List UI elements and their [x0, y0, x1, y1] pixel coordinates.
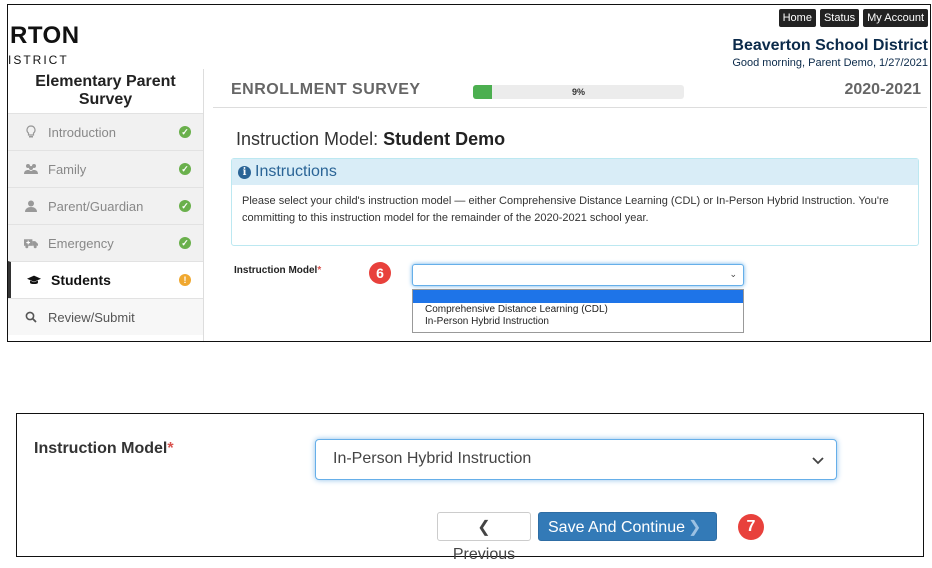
progress-bar: 9%	[473, 85, 684, 99]
previous-button[interactable]: ❮ Previous	[437, 512, 531, 563]
instruction-model-label: Instruction Model*	[234, 265, 321, 276]
dropdown-option[interactable]: In-Person Hybrid Instruction	[413, 316, 743, 327]
instructions-title: Instructions	[255, 163, 337, 180]
top-nav: Home Status My Account	[778, 9, 928, 27]
label-text: Instruction Model	[34, 440, 168, 457]
instructions-panel: i Instructions Please select your child'…	[231, 158, 919, 246]
sidebar-item-label: Introduction	[48, 124, 116, 140]
check-circle-icon: ✓	[179, 200, 191, 212]
heading-prefix: Instruction Model:	[236, 129, 384, 149]
sidebar-item-review-submit[interactable]: Review/Submit	[8, 298, 203, 335]
home-button[interactable]: Home	[778, 9, 816, 27]
save-label: Save And Continue	[548, 519, 685, 536]
instruction-model-label: Instruction Model*	[34, 440, 174, 458]
greeting-text: Good morning, Parent Demo, 1/27/2021	[732, 57, 928, 69]
enrollment-survey-screenshot: RTON ISTRICT Home Status My Account Beav…	[7, 4, 931, 342]
sidebar-item-family[interactable]: Family ✓	[8, 150, 203, 187]
info-icon: i	[238, 165, 251, 179]
section-heading: Instruction Model: Student Demo	[236, 129, 505, 150]
sidebar-item-label: Parent/Guardian	[48, 198, 144, 214]
step-badge: 7	[738, 514, 764, 540]
ambulance-icon	[24, 236, 38, 250]
required-mark: *	[317, 265, 322, 276]
instruction-model-select[interactable]: ⌄	[412, 264, 744, 286]
lightbulb-icon	[24, 125, 38, 139]
page-title: ENROLLMENT SURVEY	[231, 81, 421, 98]
sidebar-item-label: Students	[51, 272, 111, 288]
dropdown-option-blank[interactable]	[413, 290, 743, 303]
step-badge: 6	[369, 262, 391, 284]
previous-label: Previous	[452, 546, 516, 563]
user-icon	[24, 199, 38, 213]
progress-label: 9%	[571, 87, 585, 97]
status-button[interactable]: Status	[819, 9, 860, 27]
instruction-model-select[interactable]: In-Person Hybrid Instruction	[315, 439, 837, 480]
sidebar-item-emergency[interactable]: Emergency ✓	[8, 224, 203, 261]
sidebar-title: Elementary Parent Survey	[35, 73, 176, 108]
my-account-button[interactable]: My Account	[863, 9, 928, 27]
graduation-cap-icon	[27, 273, 41, 287]
district-logo-sub: ISTRICT	[8, 53, 69, 67]
chevron-down-icon: ⌄	[729, 269, 737, 279]
sidebar-item-label: Review/Submit	[48, 309, 135, 325]
sidebar-item-parent-guardian[interactable]: Parent/Guardian ✓	[8, 187, 203, 224]
search-icon	[24, 310, 38, 324]
selected-value: In-Person Hybrid Instruction	[333, 450, 532, 467]
chevron-left-icon: ❮	[477, 519, 491, 536]
chevron-right-icon: ❯	[688, 519, 702, 536]
dropdown-option[interactable]: Comprehensive Distance Learning (CDL)	[413, 304, 743, 315]
district-logo: RTON	[10, 22, 80, 49]
sidebar-item-students[interactable]: Students !	[8, 261, 203, 298]
instruction-model-dropdown: Comprehensive Distance Learning (CDL) In…	[412, 289, 744, 333]
users-icon	[24, 162, 38, 176]
school-year: 2020-2021	[844, 81, 921, 98]
sidebar-item-label: Family	[48, 161, 87, 177]
check-circle-icon: ✓	[179, 163, 191, 175]
sidebar-item-introduction[interactable]: Introduction ✓	[8, 113, 203, 150]
student-name: Student Demo	[383, 129, 506, 149]
sidebar-item-label: Emergency	[48, 235, 114, 251]
survey-main: ENROLLMENT SURVEY 9% 2020-2021 Instructi…	[213, 69, 927, 341]
instructions-header: i Instructions	[232, 159, 918, 185]
label-text: Instruction Model	[234, 265, 318, 276]
exclamation-circle-icon: !	[179, 274, 191, 286]
check-circle-icon: ✓	[179, 126, 191, 138]
required-mark: *	[167, 440, 174, 457]
check-circle-icon: ✓	[179, 237, 191, 249]
chevron-down-icon	[812, 453, 824, 468]
instruction-model-selected-screenshot: Instruction Model* In-Person Hybrid Inst…	[16, 413, 924, 563]
instructions-body: Please select your child's instruction m…	[242, 195, 889, 224]
save-and-continue-button[interactable]: Save And Continue ❯	[538, 512, 717, 541]
divider	[213, 107, 927, 108]
district-name: Beaverton School District	[732, 37, 928, 54]
survey-sidebar: Elementary Parent Survey Introduction ✓ …	[8, 69, 204, 341]
